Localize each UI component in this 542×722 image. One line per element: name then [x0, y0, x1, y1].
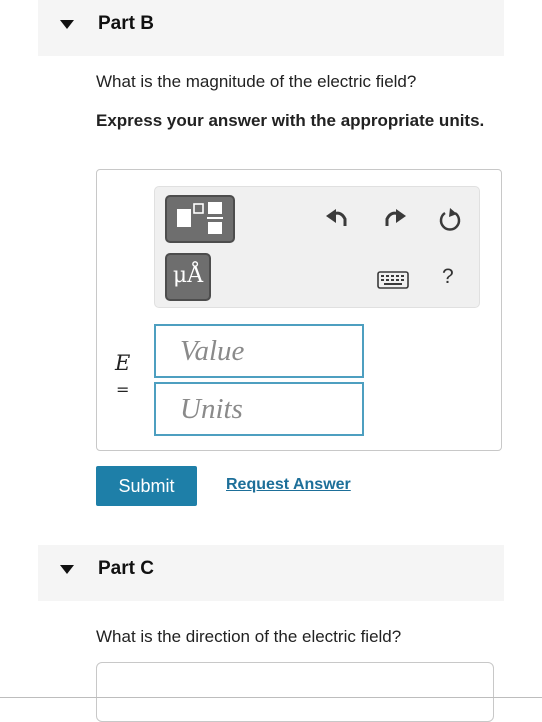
part-b-header[interactable]: Part B — [38, 0, 504, 56]
value-input[interactable] — [154, 324, 364, 378]
units-icon: μÅ — [172, 263, 204, 288]
part-c-title: Part C — [98, 558, 154, 579]
part-b-title: Part B — [98, 13, 154, 34]
redo-icon[interactable] — [382, 207, 406, 229]
divider — [0, 697, 542, 698]
reset-icon[interactable] — [437, 207, 463, 233]
answer-instruction: Express your answer with the appropriate… — [96, 111, 485, 130]
part-c-question: What is the direction of the electric fi… — [96, 627, 402, 646]
part-c-answer-box — [96, 662, 494, 722]
collapse-caret-icon[interactable] — [60, 565, 74, 574]
help-icon[interactable]: ? — [442, 265, 454, 289]
templates-button[interactable] — [165, 195, 235, 243]
part-b-question: What is the magnitude of the electric fi… — [96, 72, 417, 91]
part-c-header[interactable]: Part C — [38, 545, 504, 601]
answer-box: μÅ ? E = — [96, 169, 502, 451]
keyboard-icon[interactable] — [377, 271, 409, 289]
request-answer-link[interactable]: Request Answer — [226, 476, 351, 494]
undo-icon[interactable] — [326, 207, 350, 229]
variable-label: E — [115, 351, 131, 375]
units-input[interactable] — [154, 382, 364, 436]
equals-sign: = — [116, 380, 130, 399]
submit-button[interactable]: Submit — [96, 466, 197, 506]
collapse-caret-icon[interactable] — [60, 20, 74, 29]
templates-icon — [177, 202, 223, 234]
units-button[interactable]: μÅ — [165, 253, 211, 301]
math-toolbar: μÅ ? — [154, 186, 480, 308]
